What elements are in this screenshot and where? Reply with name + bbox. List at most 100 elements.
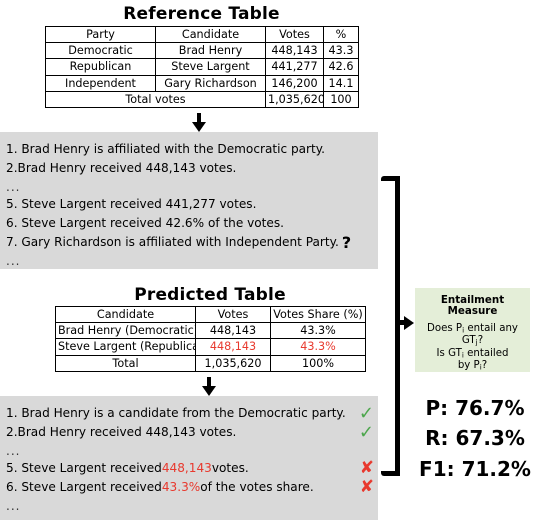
sentence-error-value: 448,143 [161,461,212,476]
cell-votes: 146,200 [265,74,324,92]
list-item: 2.Brad Henry received 448,143 votes. ✓ [0,423,378,442]
column-header-candidate: Candidate [155,25,266,44]
cell-votes-share-error: 43.3% [270,338,366,356]
table-row: Brad Henry (Democratic) 448,143 43.3% [55,322,366,340]
table-total-row: Total votes 1,035,620 100 [45,90,359,109]
entailment-q4-a: by P [457,360,480,372]
ellipsis-text: ... [6,498,21,513]
entailment-question-2: GTj? [415,335,530,348]
table-row: Independent Gary Richardson 146,200 14.1 [45,74,359,92]
cell-candidate: Steve Largent [155,58,266,76]
question-mark-icon: ? [341,232,352,252]
entailment-question-4: by Pi? [415,360,530,373]
ellipsis: ... [0,252,378,269]
entailment-q3-b: entailed [463,347,509,359]
entailment-q1-b: entail any [464,322,518,334]
cross-icon: ✘ [359,458,374,478]
cell-votes-error: 448,143 [195,338,271,356]
entailment-q3-a: Is GT [436,347,462,359]
ellipsis: ... [0,178,378,195]
entailment-measure-box: Entailment Measure Does Pi entail any GT… [415,288,530,372]
sentence-text: 1. Brad Henry is affiliated with the Dem… [6,142,326,157]
ellipsis-text: ... [6,443,21,458]
cell-percent: 14.1 [323,74,359,92]
metrics-panel: P: 76.7% R: 67.3% F1: 71.2% [412,393,538,484]
list-item: 7. Gary Richardson is affiliated with In… [0,233,378,252]
sentence-text: 5. Steve Largent received [6,461,162,476]
cell-total-label: Total votes [45,90,266,109]
cell-votes: 441,277 [265,58,324,76]
sentence-text: 2.Brad Henry received 448,143 votes. [6,161,237,176]
column-header-candidate: Candidate [55,305,196,324]
reference-sentences-box: 1. Brad Henry is affiliated with the Dem… [0,132,378,269]
check-icon: ✓ [358,421,374,443]
list-item: 5. Steve Largent received 441,277 votes. [0,195,378,214]
cell-candidate: Brad Henry (Democratic) [55,322,196,340]
column-header-votes: Votes [195,305,271,324]
metric-precision: P: 76.7% [425,396,525,420]
entailment-q2-a: GT [461,335,476,347]
bracket-connector-icon [378,170,414,482]
entailment-q2-b: ? [477,335,484,347]
ellipsis-text: ... [6,179,21,194]
sentence-text: 2.Brad Henry received 448,143 votes. [6,425,237,440]
table-row: Steve Largent (Republican) 448,143 43.3% [55,338,366,356]
cell-votes-share: 43.3% [270,322,366,340]
cell-total-votes: 1,035,620 [265,90,324,109]
list-item: 5. Steve Largent received 448,143 votes.… [0,459,378,478]
ellipsis: ... [0,497,378,514]
entailment-title: Entailment Measure [440,294,505,318]
reference-table-title: Reference Table [123,4,280,24]
list-item: 6. Steve Largent received 43.3% of the v… [0,478,378,497]
cell-party: Republican [45,58,156,76]
cell-candidate: Gary Richardson [155,74,266,92]
check-icon: ✓ [358,402,374,424]
cell-votes: 448,143 [195,322,271,340]
predicted-table-title: Predicted Table [134,285,286,305]
cell-total-percent: 100 [323,90,359,109]
cross-icon: ✘ [359,477,374,497]
cell-party: Independent [45,74,156,92]
sentence-text: 6. Steve Largent received 42.6% of the v… [6,216,285,231]
entailment-q1-a: Does P [427,322,463,334]
list-item: 6. Steve Largent received 42.6% of the v… [0,214,378,233]
table-row: Republican Steve Largent 441,277 42.6 [45,58,359,76]
sentence-text-tail: of the votes share. [200,480,314,495]
list-item: 1. Brad Henry is affiliated with the Dem… [0,140,378,159]
cell-percent: 43.3 [323,42,359,60]
sentence-error-value: 43.3% [161,480,201,495]
list-item: 2.Brad Henry received 448,143 votes. [0,159,378,178]
list-item: 1. Brad Henry is a candidate from the De… [0,404,378,423]
ellipsis: ... [0,442,378,459]
entailment-question-3: Is GTi entailed [415,348,530,361]
cell-votes: 448,143 [265,42,324,60]
ellipsis-text: ... [6,253,21,268]
cell-total-share: 100% [270,354,366,372]
table-header-row: Party Candidate Votes % [45,25,359,44]
predicted-sentences-box: 1. Brad Henry is a candidate from the De… [0,396,378,520]
cell-percent: 42.6 [323,58,359,76]
reference-table: Party Candidate Votes % Democratic Brad … [45,25,359,109]
cell-candidate: Steve Largent (Republican) [55,338,196,356]
cell-total-label: Total [55,354,196,372]
column-header-party: Party [45,25,156,44]
table-header-row: Candidate Votes Votes Share (%) [55,305,366,324]
sentence-text: 6. Steve Largent received [6,480,162,495]
metric-recall: R: 67.3% [425,426,525,451]
column-header-votes: Votes [265,25,324,44]
entailment-question-1: Does Pi entail any [415,323,530,336]
predicted-table: Candidate Votes Votes Share (%) Brad Hen… [55,305,366,372]
cell-total-votes: 1,035,620 [195,354,271,372]
sentence-text: 7. Gary Richardson is affiliated with In… [6,235,339,250]
table-total-row: Total 1,035,620 100% [55,354,366,372]
column-header-votes-share: Votes Share (%) [270,305,366,324]
cell-candidate: Brad Henry [155,42,266,60]
sentence-text: 1. Brad Henry is a candidate from the De… [6,406,346,421]
entailment-q4-b: ? [481,360,488,372]
sentence-text-tail: votes. [211,461,249,476]
metric-f1: F1: 71.2% [419,456,531,481]
sentence-text: 5. Steve Largent received 441,277 votes. [6,197,257,212]
table-row: Democratic Brad Henry 448,143 43.3 [45,42,359,60]
cell-party: Democratic [45,42,156,60]
column-header-percent: % [323,25,359,44]
